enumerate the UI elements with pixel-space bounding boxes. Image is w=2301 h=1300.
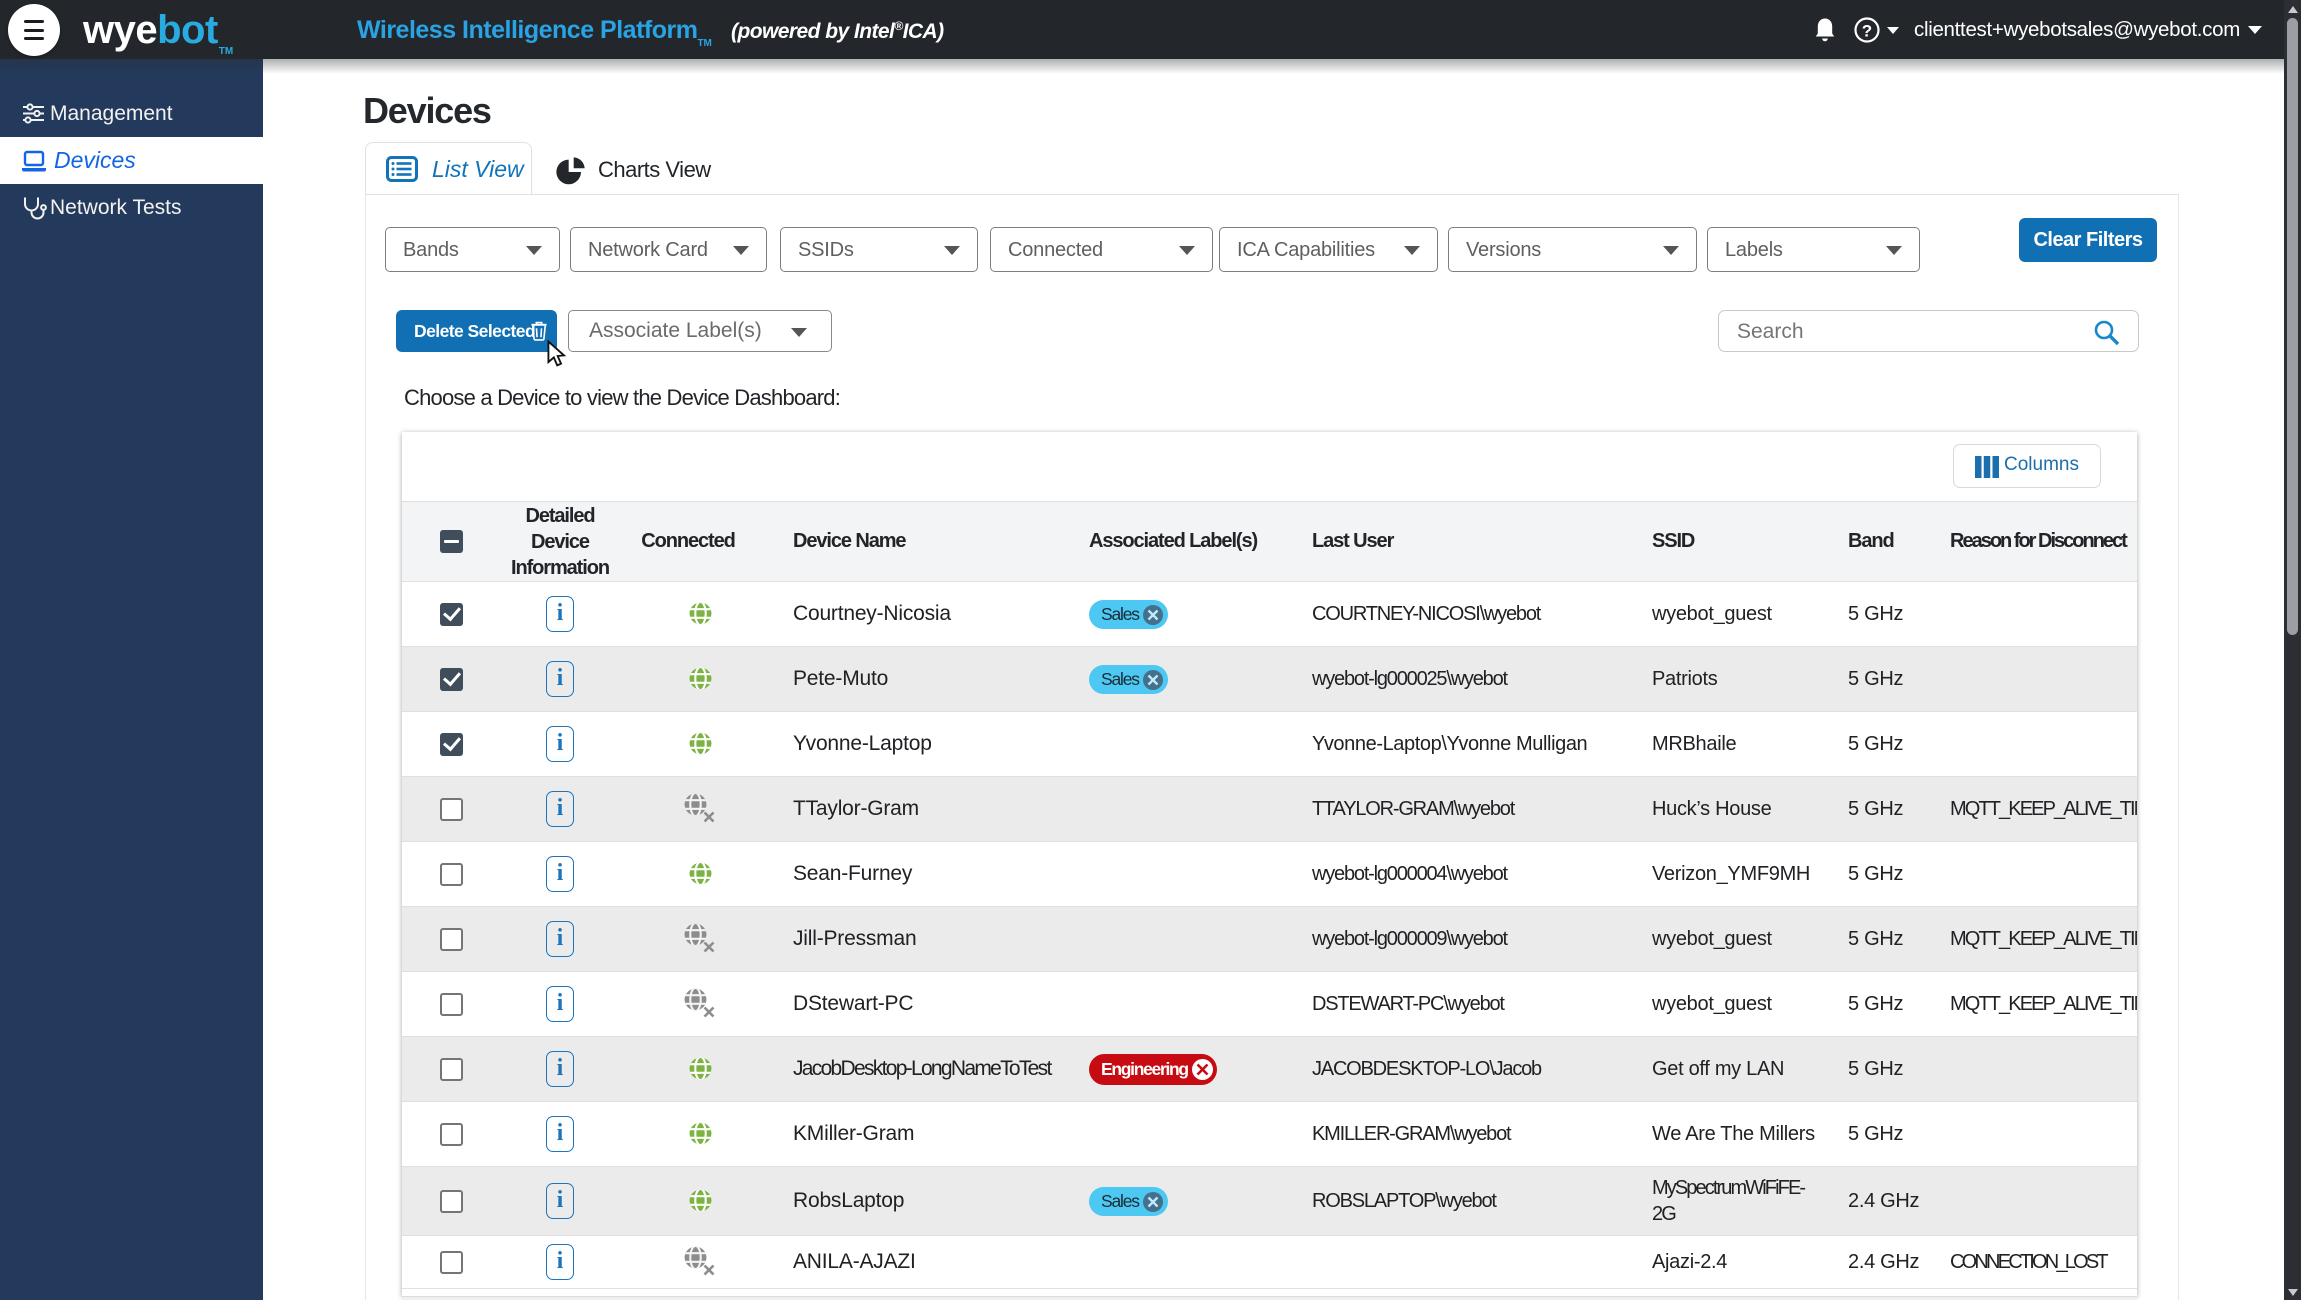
svg-text:?: ?: [1862, 22, 1872, 41]
